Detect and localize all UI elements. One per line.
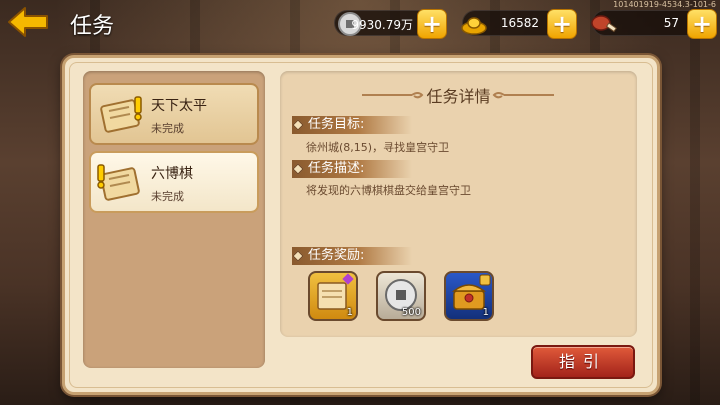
stamina-value: 57: [663, 16, 679, 30]
reward-item-scroll[interactable]: 1: [308, 271, 358, 321]
silver-resource: 9930.79万 +: [334, 9, 447, 39]
quest-scroll-icon: [97, 164, 140, 201]
diamond-bullet-icon: [292, 163, 304, 175]
reward-count: 500: [401, 307, 421, 318]
stamina-resource: 57 +: [591, 9, 717, 39]
detail-title: 任务详情: [426, 87, 491, 106]
task-status: 未完成: [151, 122, 184, 135]
gold-resource: 16582 +: [461, 9, 577, 39]
add-gold-button[interactable]: +: [547, 9, 577, 39]
goal-text: 徐州城(8,15)，寻找皇宫守卫: [306, 141, 450, 154]
description-label: 任务描述:: [292, 160, 412, 178]
goal-label: 任务目标:: [292, 116, 412, 134]
reward-label: 任务奖励:: [292, 247, 412, 265]
add-stamina-button[interactable]: +: [687, 9, 717, 39]
reward-count: 1: [482, 307, 489, 318]
gold-ingot-icon: [461, 17, 487, 35]
reward-item-silver[interactable]: 500: [376, 271, 426, 321]
back-arrow-icon: [8, 7, 48, 37]
page-title: 任务: [70, 14, 115, 39]
reward-label-text: 任务奖励:: [308, 248, 365, 263]
title-ornament-right: [492, 92, 554, 99]
goal-label-text: 任务目标:: [308, 117, 365, 132]
meat-drumstick-icon: [591, 15, 617, 33]
task-list: 天下太平 未完成 六博棋 未完成: [83, 71, 265, 368]
diamond-bullet-icon: [292, 250, 304, 262]
build-id: 101401919-4534.3-101-6: [613, 0, 716, 9]
task-name: 天下太平: [151, 98, 207, 114]
guide-button[interactable]: 指引: [531, 345, 635, 379]
description-text: 将发现的六博棋棋盘交给皇宫守卫: [306, 184, 471, 197]
back-button[interactable]: [6, 5, 50, 39]
task-status: 未完成: [151, 190, 184, 203]
add-silver-button[interactable]: +: [417, 9, 447, 39]
task-item-tianxia-taiping[interactable]: 天下太平 未完成: [89, 83, 259, 145]
top-bar: 任务 9930.79万 + 16582 + 57 + 101401919-453…: [0, 0, 720, 46]
reward-item-chest[interactable]: 1: [444, 271, 494, 321]
task-panel: 天下太平 未完成 六博棋 未完成 任务详情 任务目标: 徐州城(8,15)，寻找…: [62, 55, 660, 395]
reward-count: 1: [346, 307, 353, 318]
silver-value: 9930.79万: [351, 18, 413, 32]
task-detail: 任务详情 任务目标: 徐州城(8,15)，寻找皇宫守卫 任务描述: 将发现的六博…: [280, 71, 637, 337]
gold-value: 16582: [500, 16, 539, 30]
description-label-text: 任务描述:: [308, 161, 365, 176]
diamond-bullet-icon: [292, 119, 304, 131]
quest-scroll-icon: [100, 96, 142, 133]
task-name: 六博棋: [151, 166, 193, 182]
task-item-liubo-qi[interactable]: 六博棋 未完成: [89, 151, 259, 213]
